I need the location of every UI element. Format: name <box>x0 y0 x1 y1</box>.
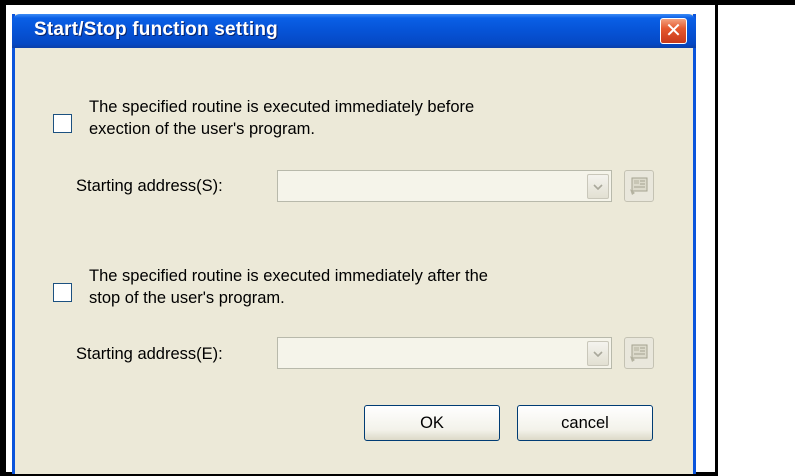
dropdown-arrow-button[interactable] <box>587 174 609 199</box>
chevron-down-icon <box>593 183 603 190</box>
stop-routine-checkbox[interactable] <box>53 283 72 302</box>
starting-address-e-label: Starting address(E): <box>76 345 223 363</box>
title-bar[interactable]: Start/Stop function setting ✕ <box>12 14 696 48</box>
starting-address-e-browse-button[interactable] <box>624 337 654 369</box>
stop-routine-description-line1: The specified routine is executed immedi… <box>89 267 488 285</box>
start-routine-description-line1: The specified routine is executed immedi… <box>89 98 475 116</box>
cancel-button[interactable]: cancel <box>517 405 653 441</box>
starting-address-e-combobox[interactable] <box>277 337 612 369</box>
close-icon: ✕ <box>665 18 682 42</box>
starting-address-s-browse-button[interactable] <box>624 170 654 202</box>
ok-button[interactable]: OK <box>364 405 500 441</box>
starting-address-s-label: Starting address(S): <box>76 177 223 195</box>
start-routine-description-line2: exection of the user's program. <box>89 120 316 138</box>
close-button[interactable]: ✕ <box>660 18 687 44</box>
screenshot-frame-right <box>715 0 718 476</box>
chevron-down-icon <box>593 350 603 357</box>
browse-device-icon <box>630 177 648 195</box>
dropdown-arrow-button[interactable] <box>587 341 609 366</box>
starting-address-s-combobox[interactable] <box>277 170 612 202</box>
screenshot-frame-left <box>0 0 6 476</box>
stop-routine-description-line2: stop of the user's program. <box>89 289 285 307</box>
browse-device-icon <box>630 344 648 362</box>
dialog-title: Start/Stop function setting <box>34 19 278 40</box>
screenshot-frame-top <box>0 0 795 5</box>
start-routine-checkbox[interactable] <box>53 114 72 133</box>
start-stop-dialog: Start/Stop function setting ✕ The specif… <box>12 14 696 474</box>
